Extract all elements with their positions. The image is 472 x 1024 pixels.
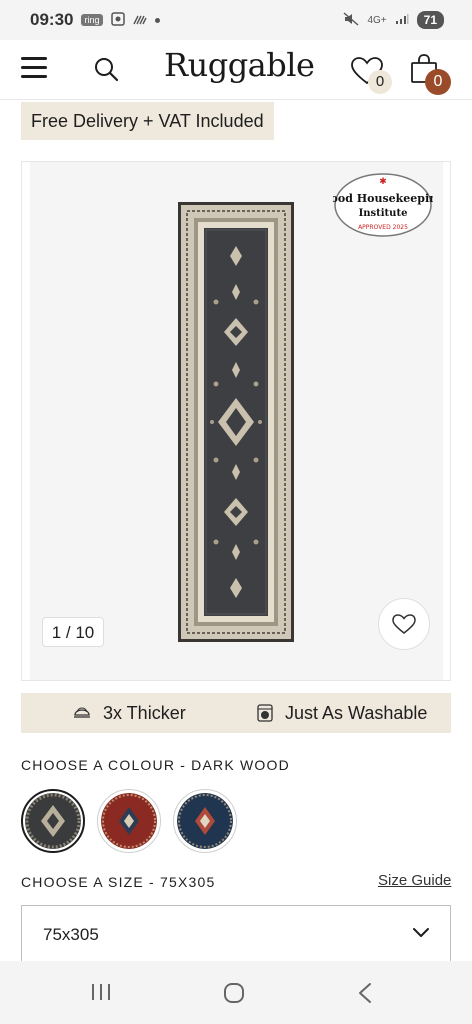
rug-product-image[interactable] (178, 202, 294, 642)
notification-dot-icon (154, 17, 160, 23)
size-label: CHOOSE A SIZE - 75X305 (21, 874, 216, 890)
swatch-red-image (101, 793, 157, 849)
swatch-navy[interactable] (173, 789, 237, 853)
washing-machine-icon (257, 704, 273, 722)
home-icon[interactable] (222, 981, 246, 1005)
promo-banner: Free Delivery + VAT Included (21, 102, 274, 140)
size-selected-value: 75x305 (43, 925, 99, 944)
badge-line1: Good Housekeeping (333, 192, 433, 205)
heart-icon (392, 614, 416, 634)
good-housekeeping-badge: ✱ Good Housekeeping Institute APPROVED 2… (333, 173, 433, 237)
favourite-button[interactable] (378, 598, 430, 650)
badge-line3: APPROVED 2025 (358, 224, 408, 231)
swatch-dark-wood-image (25, 793, 81, 849)
size-select[interactable]: 75x305 (21, 905, 451, 963)
site-header: Ruggable 0 0 (0, 40, 472, 100)
status-left: 09:30 ring (30, 10, 160, 30)
search-icon[interactable] (93, 56, 119, 82)
ruggable-logo[interactable]: Ruggable (164, 46, 315, 84)
network-type: 4G+ (367, 14, 387, 26)
features-strip: 3x Thicker Just As Washable (21, 693, 451, 733)
ring-app-icon: ring (81, 14, 103, 26)
status-time: 09:30 (30, 10, 74, 29)
recent-apps-icon[interactable] (90, 981, 112, 1003)
cart-count-badge: 0 (425, 69, 451, 95)
feature-thicker: 3x Thicker (73, 703, 186, 724)
wishlist-count-badge: 0 (368, 70, 392, 94)
feature-thicker-label: 3x Thicker (103, 702, 186, 723)
badge-line2: Institute (359, 208, 408, 219)
swatch-navy-image (177, 793, 233, 849)
colour-label: CHOOSE A COLOUR - DARK WOOD (21, 757, 290, 773)
signal-icon (395, 13, 409, 28)
mute-icon (343, 11, 359, 29)
menu-icon[interactable] (21, 57, 47, 79)
swatch-dark-wood[interactable] (21, 789, 85, 853)
feature-washable-label: Just As Washable (285, 702, 428, 723)
chevron-down-icon (413, 928, 429, 937)
svg-text:✱: ✱ (379, 177, 387, 187)
promo-text: Free Delivery + VAT Included (31, 110, 264, 131)
battery-indicator: 71 (416, 11, 444, 29)
back-icon[interactable] (355, 981, 375, 1005)
image-counter: 1 / 10 (42, 617, 104, 647)
feature-washable: Just As Washable (257, 703, 427, 724)
size-guide-link[interactable]: Size Guide (378, 872, 451, 889)
status-bar: 09:30 ring 4G+ 71 (0, 0, 472, 40)
swatch-red[interactable] (97, 789, 161, 853)
screenshot-icon (110, 11, 125, 29)
status-right: 4G+ 71 (343, 11, 444, 29)
system-nav-bar (0, 961, 472, 1024)
signal-slash-icon (132, 13, 147, 28)
thick-layers-icon (74, 707, 90, 718)
